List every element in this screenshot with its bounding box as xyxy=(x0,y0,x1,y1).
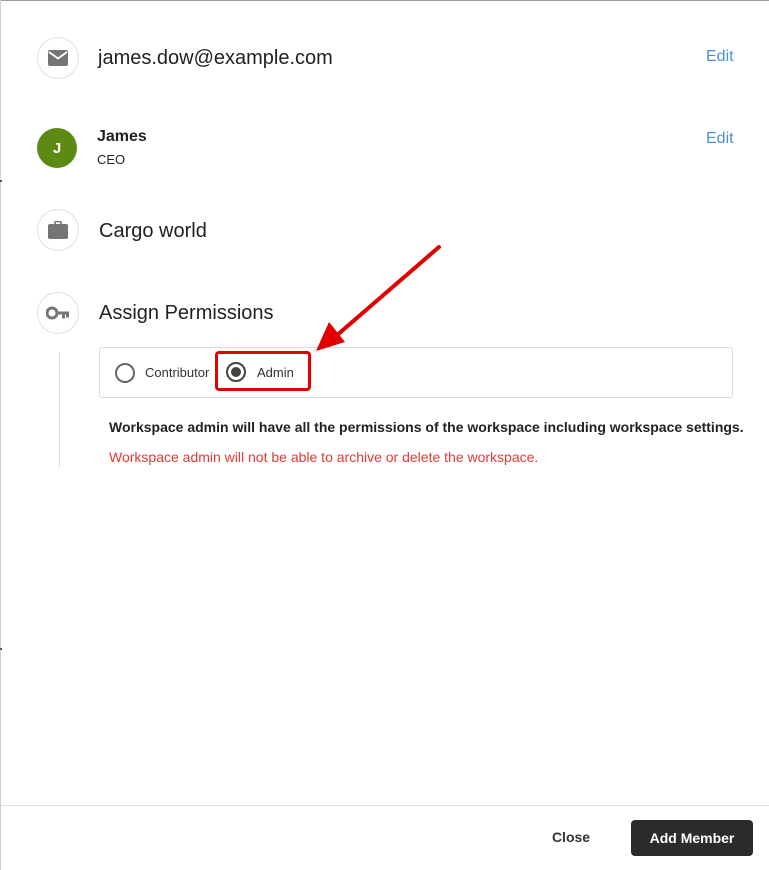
window-left-border xyxy=(0,0,1,870)
briefcase-icon-container xyxy=(37,209,79,251)
edit-email-link[interactable]: Edit xyxy=(706,48,734,66)
briefcase-icon xyxy=(48,221,68,239)
user-name: James xyxy=(97,128,147,145)
admin-description: Workspace admin will have all the permis… xyxy=(109,419,744,435)
user-role: CEO xyxy=(97,152,126,167)
key-icon xyxy=(46,306,69,320)
mail-icon xyxy=(48,50,68,66)
contributor-label[interactable]: Contributor xyxy=(145,365,209,380)
admin-highlight-box xyxy=(215,351,311,391)
mail-icon-container xyxy=(37,37,79,79)
key-icon-container xyxy=(37,292,79,334)
window-top-border xyxy=(0,0,769,1)
permissions-divider xyxy=(59,352,60,467)
avatar: J xyxy=(37,128,77,168)
footer-divider xyxy=(1,805,769,806)
workspace-name: Cargo world xyxy=(99,220,207,242)
email-text: james.dow@example.com xyxy=(98,47,333,69)
add-member-button[interactable]: Add Member xyxy=(631,820,753,856)
contributor-radio[interactable] xyxy=(115,363,135,383)
admin-warning: Workspace admin will not be able to arch… xyxy=(109,449,539,465)
border-tick xyxy=(0,180,2,182)
border-tick xyxy=(0,648,2,650)
edit-user-link[interactable]: Edit xyxy=(706,130,734,148)
close-button[interactable]: Close xyxy=(535,822,607,852)
permissions-title: Assign Permissions xyxy=(99,302,274,324)
